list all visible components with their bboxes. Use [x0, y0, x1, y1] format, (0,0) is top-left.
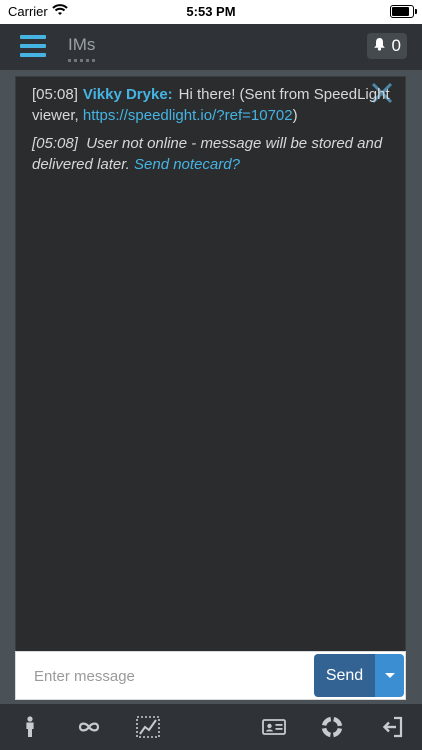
- app-header: IMs 0: [0, 24, 422, 70]
- bell-icon: [373, 36, 386, 56]
- infinity-icon[interactable]: [76, 714, 102, 740]
- chat-panel: [05:08] Vikky Dryke: Hi there! (Sent from …: [15, 76, 406, 652]
- message-time: [05:08]: [32, 86, 78, 103]
- page-title[interactable]: IMs: [68, 35, 96, 62]
- chat-message: [05:08] Vikky Dryke: Hi there! (Sent from …: [32, 84, 391, 126]
- message-time: [05:08]: [32, 135, 78, 152]
- battery-icon: [390, 5, 417, 18]
- lifebuoy-icon[interactable]: [319, 714, 345, 740]
- hamburger-menu-icon[interactable]: [20, 35, 46, 57]
- send-options-dropdown[interactable]: [375, 654, 404, 697]
- logout-icon[interactable]: [380, 714, 406, 740]
- message-author[interactable]: Vikky Dryke:: [83, 86, 173, 103]
- bottom-navigation: [0, 704, 422, 750]
- id-card-icon[interactable]: [261, 714, 287, 740]
- notification-count: 0: [391, 36, 401, 55]
- message-list: [05:08] Vikky Dryke: Hi there! (Sent from …: [32, 84, 391, 182]
- message-suffix: ): [292, 107, 298, 124]
- chart-icon[interactable]: [135, 714, 161, 740]
- notifications-button[interactable]: 0: [366, 33, 407, 59]
- status-bar: Carrier 5:53 PM: [0, 0, 422, 24]
- message-composer: Send: [15, 651, 406, 700]
- message-input[interactable]: [32, 662, 306, 690]
- send-button[interactable]: Send: [314, 654, 375, 697]
- system-message: [05:08] User not online - message will b…: [32, 133, 391, 175]
- status-time: 5:53 PM: [186, 4, 236, 19]
- send-notecard-link[interactable]: Send notecard?: [134, 156, 240, 173]
- person-icon[interactable]: [17, 714, 43, 740]
- message-link[interactable]: https://speedlight.io/?ref=10702: [83, 107, 293, 124]
